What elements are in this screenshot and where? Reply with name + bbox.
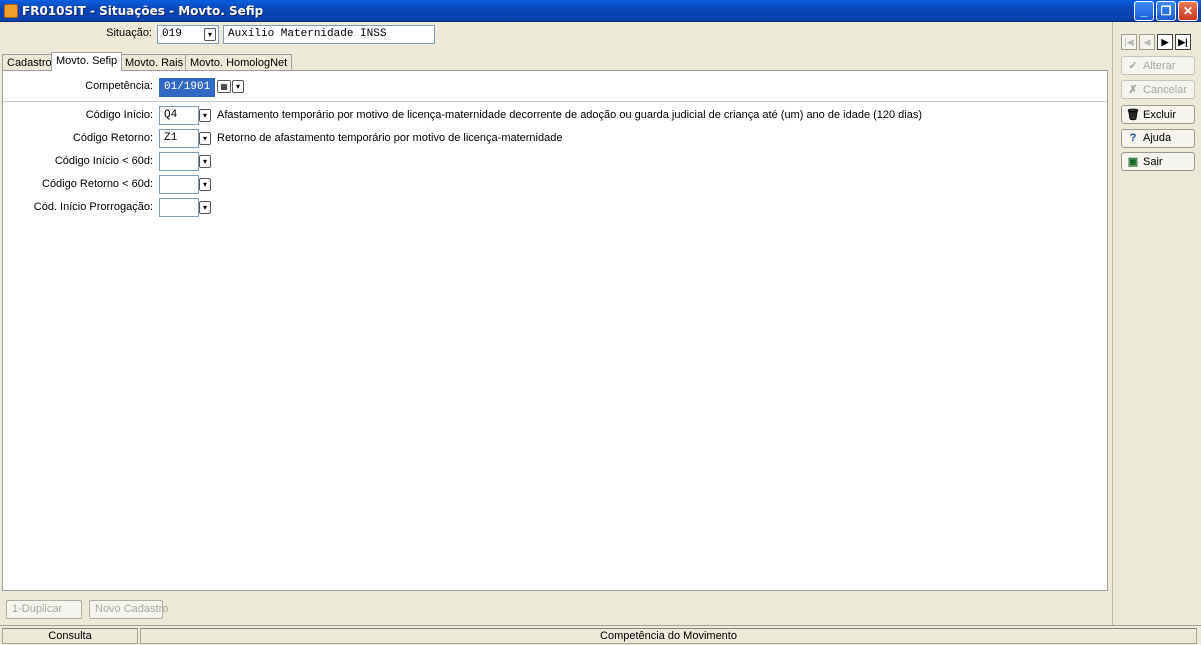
alterar-button[interactable]: ✓ Alterar xyxy=(1121,56,1195,75)
next-record-icon[interactable]: ▶ xyxy=(1157,34,1173,50)
novo-cadastro-button[interactable]: Novo Cadastro xyxy=(89,600,168,619)
close-button[interactable]: ✕ xyxy=(1178,1,1198,21)
codigo-inicio-input[interactable]: Q4 xyxy=(159,106,199,125)
last-record-icon[interactable]: ▶| xyxy=(1175,34,1191,50)
sair-button[interactable]: ▣ Sair xyxy=(1121,152,1195,171)
excluir-button[interactable]: 🗑 Excluir xyxy=(1121,105,1195,124)
codigo-inicio-60d-dropdown-icon[interactable]: ▾ xyxy=(199,155,211,168)
tab-movto-rais[interactable]: Movto. Rais xyxy=(120,54,189,71)
cancel-x-icon: ✗ xyxy=(1128,84,1138,96)
codigo-retorno-description: Retorno de afastamento temporário por mo… xyxy=(217,132,563,144)
cod-inicio-prorrogacao-label: Cód. Início Prorrogação: xyxy=(33,201,153,213)
cod-inicio-prorrogacao-dropdown-icon[interactable]: ▾ xyxy=(199,201,211,214)
competencia-dropdown-icon[interactable]: ▾ xyxy=(232,80,244,93)
calendar-icon[interactable]: ▦ xyxy=(217,80,231,93)
codigo-retorno-input[interactable]: Z1 xyxy=(159,129,199,148)
prev-record-icon[interactable]: ◀ xyxy=(1139,34,1155,50)
cancelar-button[interactable]: ✗ Cancelar xyxy=(1121,80,1195,99)
codigo-inicio-description: Afastamento temporário por motivo de lic… xyxy=(217,109,923,121)
sair-label: Sair xyxy=(1143,156,1163,168)
alterar-label: Alterar xyxy=(1143,60,1176,72)
trash-icon: 🗑 xyxy=(1126,109,1140,121)
codigo-retorno-60d-label: Código Retorno < 60d: xyxy=(42,178,153,190)
title-bar: FR010SIT - Situações - Movto. Sefip _ ❐ … xyxy=(0,0,1201,22)
first-record-icon[interactable]: |◀ xyxy=(1121,34,1137,50)
codigo-inicio-label: Código Início: xyxy=(85,109,153,121)
ajuda-button[interactable]: ? Ajuda xyxy=(1121,129,1195,148)
codigo-inicio-60d-label: Código Início < 60d: xyxy=(54,155,153,167)
exit-door-icon: ▣ xyxy=(1127,156,1139,168)
cod-inicio-prorrogacao-input[interactable] xyxy=(159,198,199,217)
window-title: FR010SIT - Situações - Movto. Sefip xyxy=(22,4,264,18)
situacao-dropdown-icon[interactable]: ▾ xyxy=(204,28,216,41)
status-hint: Competência do Movimento xyxy=(140,628,1197,644)
codigo-inicio-60d-input[interactable] xyxy=(159,152,199,171)
app-icon xyxy=(4,4,18,18)
status-bar: Consulta Competência do Movimento xyxy=(0,625,1201,645)
maximize-button[interactable]: ❐ xyxy=(1156,1,1176,21)
tab-movto-sefip[interactable]: Movto. Sefip xyxy=(51,52,123,71)
tab-movto-homolognet[interactable]: Movto. HomologNet xyxy=(185,54,293,71)
minimize-button[interactable]: _ xyxy=(1134,1,1154,21)
question-icon: ? xyxy=(1129,132,1137,144)
ajuda-label: Ajuda xyxy=(1143,132,1172,144)
duplicar-button[interactable]: 1-Duplicar xyxy=(6,600,82,619)
check-icon: ✓ xyxy=(1128,60,1138,72)
codigo-retorno-dropdown-icon[interactable]: ▾ xyxy=(199,132,211,145)
separator xyxy=(3,101,1107,102)
status-mode: Consulta xyxy=(2,628,138,644)
situacao-description-field: Auxílio Maternidade INSS xyxy=(223,25,435,44)
codigo-inicio-dropdown-icon[interactable]: ▾ xyxy=(199,109,211,122)
codigo-retorno-60d-dropdown-icon[interactable]: ▾ xyxy=(199,178,211,191)
codigo-retorno-60d-input[interactable] xyxy=(159,175,199,194)
main-area: Situação: 019 ▾ Auxílio Maternidade INSS… xyxy=(0,22,1112,625)
excluir-label: Excluir xyxy=(1143,109,1177,121)
tab-cadastro[interactable]: Cadastro xyxy=(2,54,57,71)
tab-panel: Competência: 01/1901 ▦ ▾ Código Início: … xyxy=(2,70,1108,591)
competencia-label: Competência: xyxy=(85,80,153,92)
situacao-label: Situação: xyxy=(106,27,152,39)
codigo-retorno-label: Código Retorno: xyxy=(72,132,153,144)
cancelar-label: Cancelar xyxy=(1143,84,1188,96)
competencia-input[interactable]: 01/1901 xyxy=(159,78,215,97)
side-panel: |◀ ◀ ▶ ▶| ✓ Alterar ✗ Cancelar 🗑 Excluir ? A… xyxy=(1112,22,1201,625)
